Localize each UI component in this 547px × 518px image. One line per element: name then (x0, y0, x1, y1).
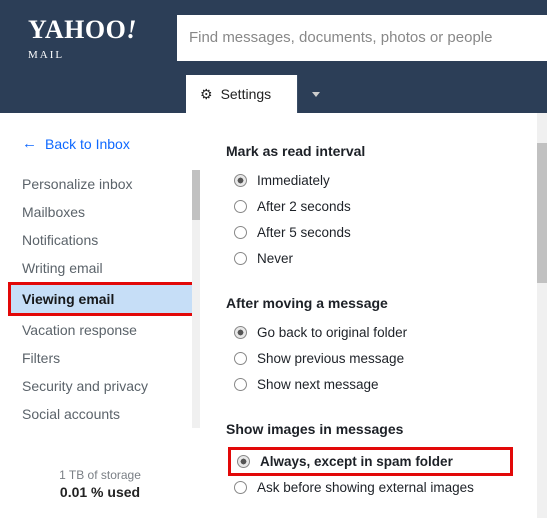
nav-writing-email[interactable]: Writing email (0, 254, 200, 282)
radio-label: Show previous message (257, 351, 404, 366)
logo-text: YAHOO (28, 15, 126, 44)
radio-icon (237, 455, 250, 468)
nav-mailboxes[interactable]: Mailboxes (0, 198, 200, 226)
main: ← Back to Inbox Personalize inbox Mailbo… (0, 113, 547, 518)
radio-read-never[interactable]: Never (226, 247, 537, 273)
logo-exclaim: ! (126, 15, 137, 44)
section-title-images: Show images in messages (226, 421, 537, 437)
arrow-left-icon: ← (22, 135, 37, 152)
subheader: ⚙ Settings (0, 75, 547, 113)
radio-label: Never (257, 251, 293, 266)
nav-personalize[interactable]: Personalize inbox (0, 170, 200, 198)
sidebar-scrollbar[interactable] (192, 170, 200, 428)
radio-label: Show next message (257, 377, 379, 392)
radio-move-original[interactable]: Go back to original folder (226, 321, 537, 347)
radio-images-ask[interactable]: Ask before showing external images (226, 476, 537, 502)
content-scroll-thumb[interactable] (537, 143, 547, 283)
radio-label: Immediately (257, 173, 330, 188)
radio-move-previous[interactable]: Show previous message (226, 347, 537, 373)
tab-dropdown[interactable] (297, 75, 334, 113)
storage-total: 1 TB of storage (0, 468, 200, 482)
nav-vacation[interactable]: Vacation response (0, 316, 200, 344)
yahoo-logo: YAHOO! MAIL (28, 15, 137, 61)
settings-nav: Personalize inbox Mailboxes Notification… (0, 170, 200, 428)
radio-icon (234, 200, 247, 213)
radio-label: Ask before showing external images (257, 480, 474, 495)
radio-images-always[interactable]: Always, except in spam folder (237, 452, 504, 471)
tab-label: Settings (221, 86, 272, 102)
radio-move-next[interactable]: Show next message (226, 373, 537, 399)
header: YAHOO! MAIL (0, 0, 547, 75)
nav-notifications[interactable]: Notifications (0, 226, 200, 254)
nav-filters[interactable]: Filters (0, 344, 200, 372)
radio-icon (234, 378, 247, 391)
radio-icon (234, 326, 247, 339)
radio-read-immediately[interactable]: Immediately (226, 169, 537, 195)
radio-icon (234, 252, 247, 265)
logo-sub: MAIL (28, 49, 137, 61)
tab-settings[interactable]: ⚙ Settings (186, 75, 297, 113)
back-label: Back to Inbox (45, 136, 130, 152)
radio-label: Go back to original folder (257, 325, 407, 340)
section-title-read: Mark as read interval (226, 143, 537, 159)
radio-label: After 5 seconds (257, 225, 351, 240)
radio-read-5s[interactable]: After 5 seconds (226, 221, 537, 247)
chevron-down-icon (312, 92, 320, 97)
storage-info: 1 TB of storage 0.01 % used (0, 428, 200, 500)
back-to-inbox[interactable]: ← Back to Inbox (0, 135, 200, 152)
search-input[interactable] (189, 29, 547, 46)
storage-used: 0.01 % used (0, 484, 200, 500)
radio-label: Always, except in spam folder (260, 454, 453, 469)
radio-icon (234, 226, 247, 239)
section-title-move: After moving a message (226, 295, 537, 311)
sidebar: ← Back to Inbox Personalize inbox Mailbo… (0, 113, 200, 518)
highlight-images-always: Always, except in spam folder (228, 447, 513, 476)
settings-content: Mark as read interval Immediately After … (200, 113, 547, 518)
nav-social[interactable]: Social accounts (0, 400, 200, 428)
sidebar-scroll-thumb[interactable] (192, 170, 200, 220)
search-box[interactable] (177, 15, 547, 61)
radio-read-2s[interactable]: After 2 seconds (226, 195, 537, 221)
radio-icon (234, 174, 247, 187)
nav-viewing-email[interactable]: Viewing email (8, 282, 200, 316)
content-scrollbar[interactable] (537, 113, 547, 518)
nav-security[interactable]: Security and privacy (0, 372, 200, 400)
gear-icon: ⚙ (200, 86, 213, 103)
radio-icon (234, 481, 247, 494)
radio-icon (234, 352, 247, 365)
radio-label: After 2 seconds (257, 199, 351, 214)
